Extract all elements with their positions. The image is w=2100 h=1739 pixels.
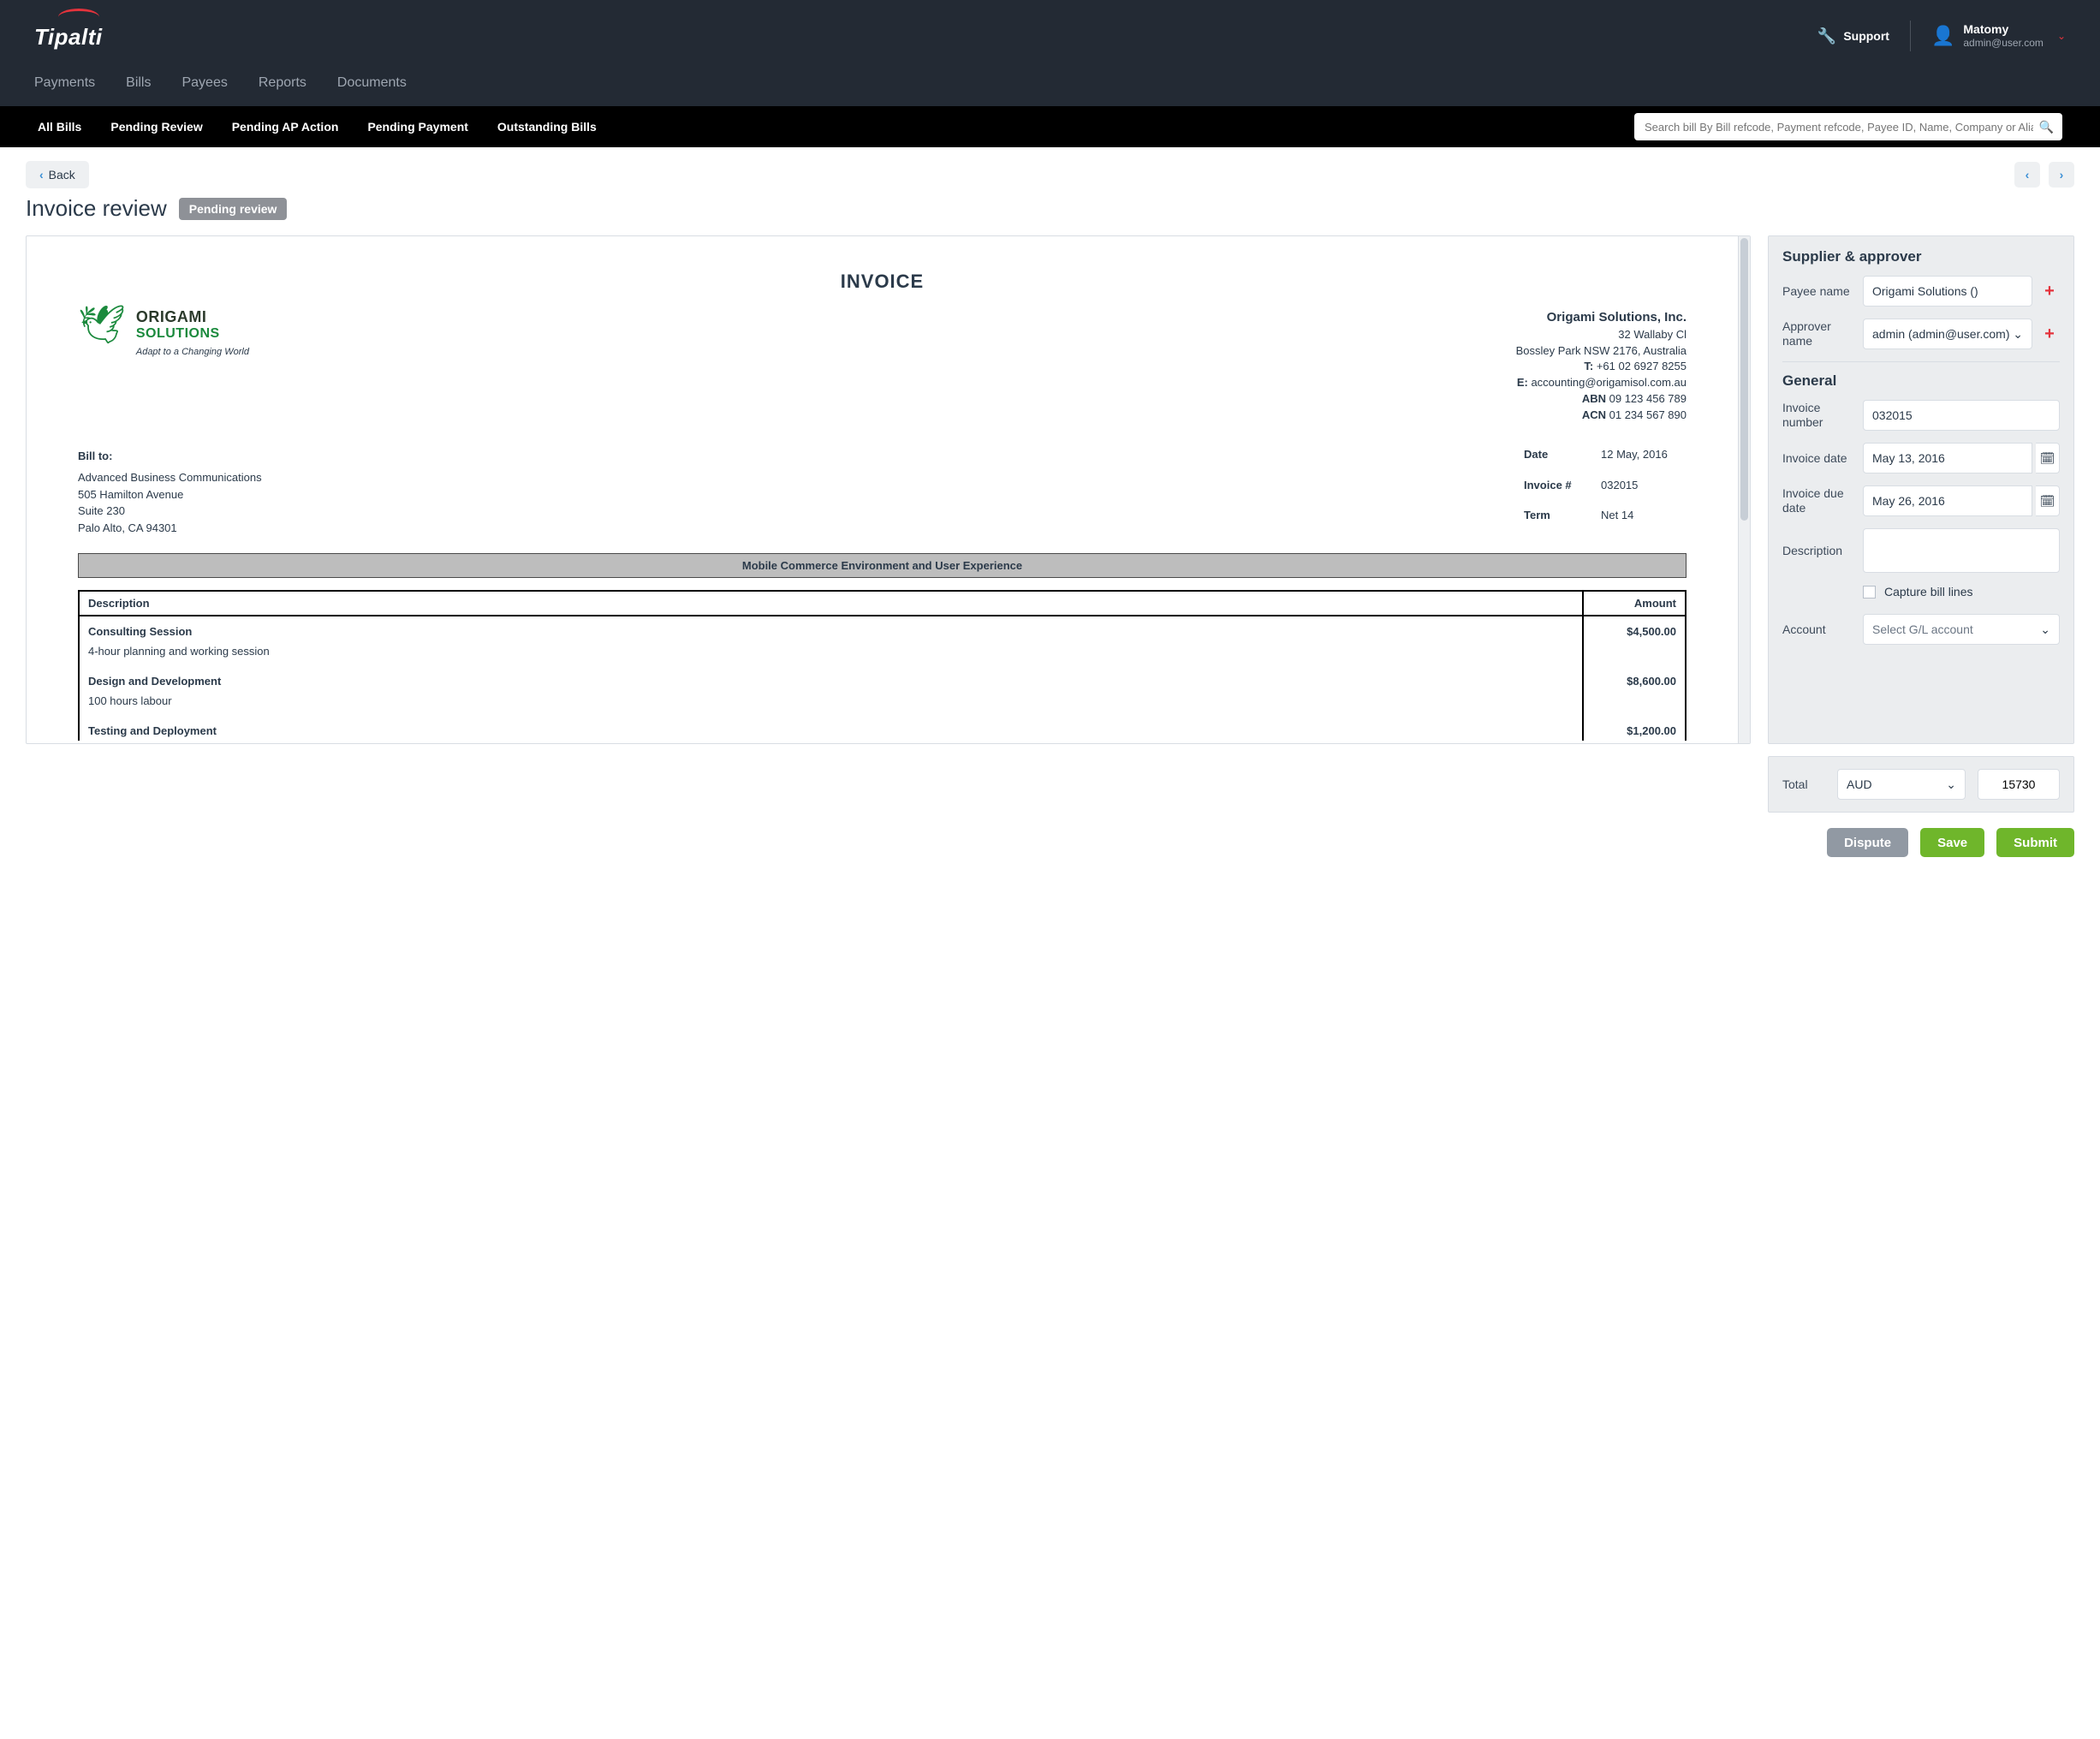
brand-text: Tipalti bbox=[34, 24, 103, 50]
approver-select[interactable]: admin (admin@user.com) ⌄ bbox=[1863, 319, 2032, 349]
chevron-down-icon: ⌄ bbox=[2040, 622, 2050, 637]
bill-to-block: Bill to: Advanced Business Communication… bbox=[78, 448, 262, 537]
nav-payments[interactable]: Payments bbox=[34, 75, 95, 91]
calendar-icon: 🗓 bbox=[2040, 494, 2055, 509]
approver-name-label: Approver name bbox=[1782, 319, 1856, 348]
details-panel: Supplier & approver Payee name + Approve… bbox=[1768, 235, 2074, 744]
invoice-due-input[interactable] bbox=[1863, 485, 2032, 516]
nav-documents[interactable]: Documents bbox=[337, 75, 407, 91]
user-name: Matomy bbox=[1963, 22, 2043, 37]
primary-nav: Payments Bills Payees Reports Documents bbox=[34, 57, 2066, 106]
subnav-pending-payment[interactable]: Pending Payment bbox=[367, 120, 467, 134]
invoice-title: INVOICE bbox=[78, 271, 1687, 293]
invoice-number-label: Invoice number bbox=[1782, 401, 1856, 430]
supplier-address: Origami Solutions, Inc. 32 Wallaby Cl Bo… bbox=[1516, 308, 1687, 424]
search-input[interactable] bbox=[1634, 113, 2062, 140]
logo-arc-icon bbox=[58, 9, 99, 17]
user-icon: 👤 bbox=[1931, 25, 1954, 47]
scrollbar-thumb[interactable] bbox=[1740, 238, 1748, 521]
invoice-date-label: Invoice date bbox=[1782, 451, 1856, 466]
chevron-left-icon: ‹ bbox=[2026, 168, 2030, 182]
add-approver-button[interactable]: + bbox=[2039, 319, 2060, 349]
back-label: Back bbox=[49, 168, 75, 182]
plus-icon: + bbox=[2044, 282, 2055, 301]
nav-bills[interactable]: Bills bbox=[126, 75, 151, 91]
nav-reports[interactable]: Reports bbox=[259, 75, 306, 91]
save-button[interactable]: Save bbox=[1920, 828, 1984, 857]
submit-button[interactable]: Submit bbox=[1996, 828, 2074, 857]
table-row: 4-hour planning and working session bbox=[79, 641, 1686, 666]
user-email: admin@user.com bbox=[1963, 37, 2043, 49]
total-label: Total bbox=[1782, 777, 1825, 791]
chevron-left-icon: ‹ bbox=[39, 168, 44, 182]
invoice-number-input[interactable] bbox=[1863, 400, 2060, 431]
invoice-date-picker[interactable]: 🗓 bbox=[2036, 443, 2060, 473]
scrollbar[interactable] bbox=[1738, 236, 1750, 743]
topbar: Tipalti 🔧 Support 👤 Matomy admin@user.co… bbox=[0, 0, 2100, 106]
section-general: General bbox=[1782, 361, 2060, 390]
subnav-outstanding[interactable]: Outstanding Bills bbox=[497, 120, 597, 134]
currency-select[interactable]: AUD ⌄ bbox=[1837, 769, 1966, 800]
supplier-name-lower: SOLUTIONS bbox=[136, 326, 249, 342]
document-viewer: INVOICE 🕊 ORIGAMI SOLUTIONS Adapt to a C… bbox=[26, 235, 1751, 744]
secondary-nav: All Bills Pending Review Pending AP Acti… bbox=[0, 106, 2100, 147]
table-row: Consulting Session$4,500.00 bbox=[79, 616, 1686, 641]
table-row: 100 hours labour bbox=[79, 691, 1686, 716]
support-link[interactable]: 🔧 Support bbox=[1817, 27, 1889, 45]
capture-bill-lines-label: Capture bill lines bbox=[1884, 585, 1973, 599]
calendar-icon: 🗓 bbox=[2040, 451, 2055, 466]
page-title: Invoice review bbox=[26, 195, 167, 222]
col-amount: Amount bbox=[1583, 591, 1686, 616]
payee-name-input[interactable] bbox=[1863, 276, 2032, 307]
subnav-pending-review[interactable]: Pending Review bbox=[110, 120, 202, 134]
invoice-meta: Date12 May, 2016 Invoice #032015 TermNet… bbox=[1524, 448, 1687, 537]
account-label: Account bbox=[1782, 622, 1856, 637]
invoice-due-picker[interactable]: 🗓 bbox=[2036, 485, 2060, 516]
wrench-icon: 🔧 bbox=[1817, 27, 1836, 45]
chevron-right-icon: › bbox=[2060, 168, 2064, 182]
chevron-down-icon: ⌄ bbox=[1946, 777, 1956, 792]
col-description: Description bbox=[79, 591, 1583, 616]
add-payee-button[interactable]: + bbox=[2039, 276, 2060, 307]
description-input[interactable] bbox=[1863, 528, 2060, 573]
section-supplier-approver: Supplier & approver bbox=[1782, 248, 2060, 265]
user-menu[interactable]: 👤 Matomy admin@user.com ⌄ bbox=[1931, 22, 2066, 49]
account-select[interactable]: Select G/L account ⌄ bbox=[1863, 614, 2060, 645]
dispute-button[interactable]: Dispute bbox=[1827, 828, 1908, 857]
table-row: Testing and Deployment$1,200.00 bbox=[79, 716, 1686, 741]
pager-next[interactable]: › bbox=[2049, 162, 2074, 188]
back-button[interactable]: ‹ Back bbox=[26, 161, 89, 188]
invoice-date-input[interactable] bbox=[1863, 443, 2032, 473]
pager-prev[interactable]: ‹ bbox=[2014, 162, 2040, 188]
supplier-tagline: Adapt to a Changing World bbox=[136, 347, 249, 357]
total-box: Total AUD ⌄ bbox=[1768, 756, 2074, 813]
subnav-all-bills[interactable]: All Bills bbox=[38, 120, 81, 134]
chevron-down-icon: ⌄ bbox=[2057, 30, 2066, 42]
brand-logo[interactable]: Tipalti bbox=[34, 22, 103, 51]
payee-name-label: Payee name bbox=[1782, 284, 1856, 299]
support-label: Support bbox=[1843, 29, 1889, 43]
project-bar: Mobile Commerce Environment and User Exp… bbox=[78, 553, 1687, 578]
capture-bill-lines-checkbox[interactable] bbox=[1863, 586, 1876, 599]
origami-bird-icon: 🕊 bbox=[78, 308, 126, 342]
description-label: Description bbox=[1782, 544, 1856, 558]
plus-icon: + bbox=[2044, 325, 2055, 344]
search-wrap: 🔍 bbox=[1634, 113, 2062, 140]
nav-payees[interactable]: Payees bbox=[181, 75, 227, 91]
chevron-down-icon: ⌄ bbox=[2013, 327, 2023, 342]
table-row: Design and Development$8,600.00 bbox=[79, 666, 1686, 691]
supplier-name-upper: ORIGAMI bbox=[136, 308, 249, 326]
line-items-table: DescriptionAmount Consulting Session$4,5… bbox=[78, 590, 1687, 741]
divider bbox=[1910, 21, 1911, 51]
invoice-due-label: Invoice due date bbox=[1782, 486, 1856, 515]
subnav-pending-ap[interactable]: Pending AP Action bbox=[232, 120, 339, 134]
search-icon: 🔍 bbox=[2039, 120, 2054, 134]
status-badge: Pending review bbox=[179, 198, 288, 220]
total-amount-input[interactable] bbox=[1978, 769, 2060, 800]
